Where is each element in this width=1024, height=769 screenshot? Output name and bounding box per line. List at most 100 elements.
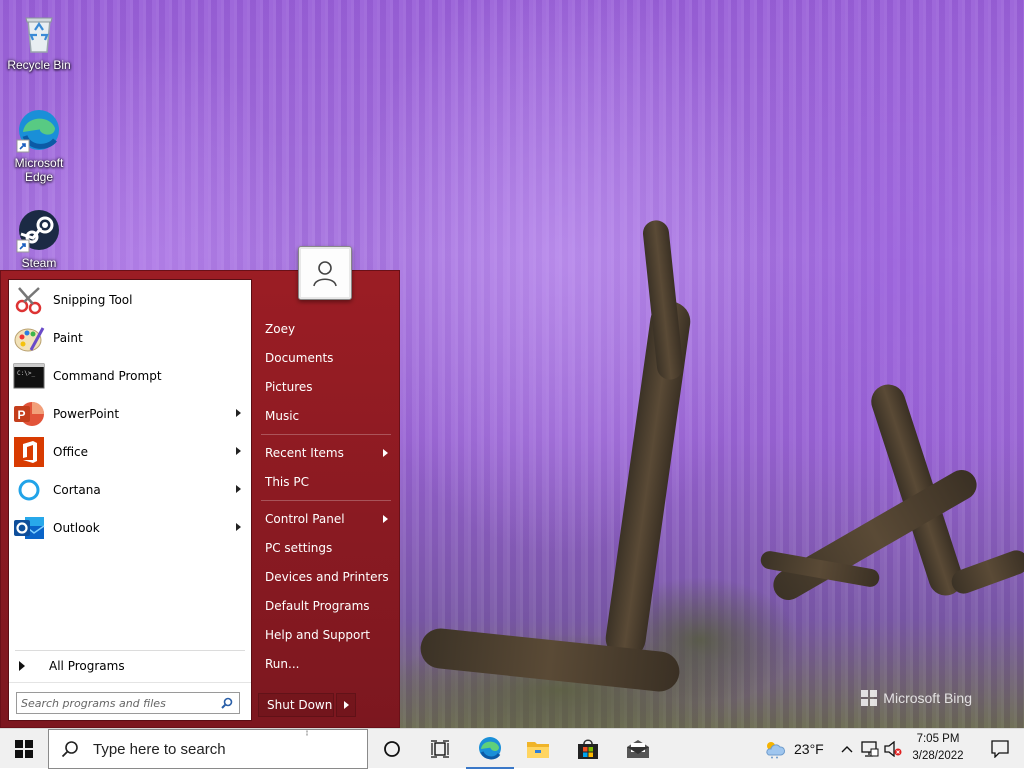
start-right-documents[interactable]: Documents [258, 345, 394, 371]
volume-button[interactable] [882, 729, 904, 769]
start-right-this-pc[interactable]: This PC [258, 469, 394, 495]
start-right-label: Help and Support [265, 628, 370, 642]
taskbar-mail-button[interactable] [614, 729, 662, 769]
taskbar-edge-button[interactable] [466, 729, 514, 769]
desktop-icon-label: Recycle Bin [7, 58, 71, 72]
taskbar-store-button[interactable] [564, 729, 612, 769]
submenu-arrow-icon [236, 447, 241, 455]
start-item-office[interactable]: Office [9, 434, 251, 470]
desktop-icon-recycle-bin[interactable]: Recycle Bin [1, 8, 77, 72]
start-right-pictures[interactable]: Pictures [258, 374, 394, 400]
svg-text:C:\>_: C:\>_ [17, 370, 35, 377]
task-view-button[interactable] [416, 729, 464, 769]
tree-branch [948, 547, 1024, 597]
start-item-powerpoint[interactable]: P PowerPoint [9, 396, 251, 432]
network-button[interactable] [858, 729, 882, 769]
command-prompt-icon: C:\>_ [13, 360, 45, 392]
weather-widget[interactable]: 23°F [762, 729, 824, 769]
partly-cloudy-snow-icon [766, 742, 785, 759]
user-account-picture[interactable] [298, 246, 352, 300]
start-item-label: PowerPoint [53, 407, 120, 421]
start-menu-programs-pane: Snipping Tool Paint C:\>_ Command Prompt… [8, 279, 252, 721]
bing-watermark-text: Microsoft Bing [883, 690, 972, 706]
edge-icon [15, 106, 63, 154]
windows-logo-icon [15, 740, 33, 758]
start-right-user[interactable]: Zoey [258, 316, 394, 342]
all-programs-label: All Programs [49, 659, 125, 673]
start-right-label: Music [265, 409, 300, 423]
steam-icon [15, 206, 63, 254]
taskbar-search-box[interactable]: Type here to search [48, 729, 368, 769]
start-right-label: This PC [265, 475, 309, 489]
start-item-command-prompt[interactable]: C:\>_ Command Prompt [9, 358, 251, 394]
shutdown-group: Shut Down [258, 693, 356, 717]
start-button[interactable] [0, 729, 48, 769]
bing-logo-icon [861, 690, 878, 706]
notification-icon [991, 740, 1009, 758]
text-cursor-icon [306, 730, 308, 736]
clock-time: 7:05 PM [916, 733, 960, 745]
expand-arrow-icon [19, 661, 25, 671]
bing-watermark: Microsoft Bing [861, 690, 972, 706]
paint-icon [13, 322, 45, 354]
start-item-label: Paint [53, 331, 83, 345]
taskbar-file-explorer-button[interactable] [514, 729, 562, 769]
desktop-icon-label: Steam [21, 256, 57, 270]
cortana-circle-icon [384, 741, 400, 757]
search-icon [221, 697, 233, 712]
start-right-default-programs[interactable]: Default Programs [258, 593, 394, 619]
start-item-label: Outlook [53, 521, 100, 535]
start-menu: Snipping Tool Paint C:\>_ Command Prompt… [0, 270, 400, 728]
chevron-right-icon [344, 701, 349, 709]
clock-date: 3/28/2022 [912, 750, 964, 762]
start-right-label: Recent Items [265, 446, 344, 460]
desktop-icon-microsoft-edge[interactable]: Microsoft Edge [1, 106, 77, 184]
taskbar-search-placeholder: Type here to search [93, 740, 226, 758]
start-item-label: Command Prompt [53, 369, 162, 383]
submenu-arrow-icon [383, 515, 388, 523]
search-divider [9, 682, 251, 683]
file-explorer-icon [527, 742, 549, 758]
volume-muted-icon [884, 741, 902, 757]
start-right-label: Default Programs [265, 599, 370, 613]
submenu-arrow-icon [383, 449, 388, 457]
start-right-control-panel[interactable]: Control Panel [258, 506, 394, 532]
start-item-cortana[interactable]: Cortana [9, 472, 251, 508]
start-item-paint[interactable]: Paint [9, 320, 251, 356]
user-icon [313, 261, 337, 287]
start-right-music[interactable]: Music [258, 403, 394, 429]
recycle-bin-icon [15, 8, 63, 56]
edge-icon [479, 737, 501, 760]
start-right-recent-items[interactable]: Recent Items [258, 440, 394, 466]
start-right-run[interactable]: Run... [258, 651, 394, 677]
show-hidden-icons-button[interactable] [836, 729, 858, 769]
start-search-input[interactable] [17, 695, 213, 711]
start-right-label: Devices and Printers [265, 570, 389, 584]
shutdown-options-button[interactable] [336, 693, 356, 717]
start-item-outlook[interactable]: Outlook [9, 510, 251, 546]
snipping-tool-icon [13, 284, 45, 316]
action-center-button[interactable] [976, 729, 1024, 769]
start-right-pc-settings[interactable]: PC settings [258, 535, 394, 561]
start-right-label: PC settings [265, 541, 333, 555]
start-right-help-support[interactable]: Help and Support [258, 622, 394, 648]
weather-temperature: 23°F [794, 741, 824, 757]
shutdown-button[interactable]: Shut Down [258, 693, 334, 717]
start-right-label: Control Panel [265, 512, 345, 526]
task-view-icon [431, 740, 449, 758]
start-item-snipping-tool[interactable]: Snipping Tool [9, 282, 251, 318]
cortana-button[interactable] [368, 729, 416, 769]
store-icon [578, 739, 598, 759]
search-icon [61, 741, 78, 758]
start-right-label: Zoey [265, 322, 296, 336]
right-divider [261, 500, 391, 501]
start-right-label: Run... [265, 657, 300, 671]
start-right-label: Pictures [265, 380, 313, 394]
outlook-icon [13, 512, 45, 544]
desktop-icon-steam[interactable]: Steam [1, 206, 77, 270]
all-programs-button[interactable]: All Programs [9, 654, 251, 678]
taskbar-clock[interactable]: 7:05 PM 3/28/2022 [902, 731, 974, 765]
start-search-box[interactable] [16, 692, 240, 714]
start-right-devices-printers[interactable]: Devices and Printers [258, 564, 394, 590]
cortana-icon [13, 474, 45, 506]
